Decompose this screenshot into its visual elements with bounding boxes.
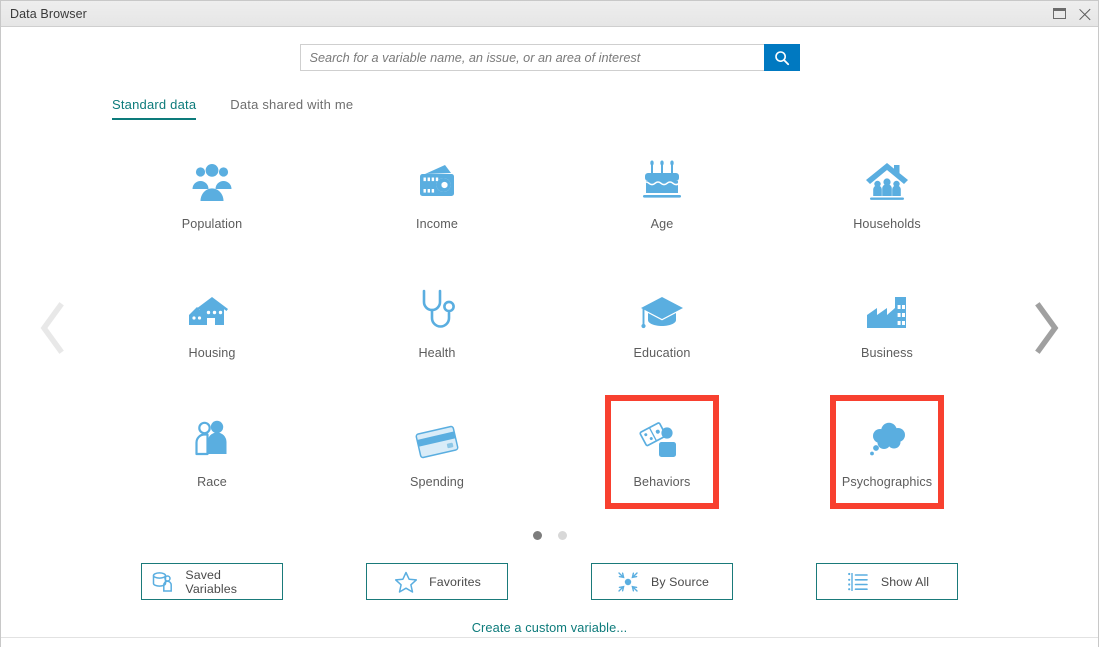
- tab-bar: Standard data Data shared with me: [1, 97, 1098, 120]
- tab-data-shared-with-me-label: Data shared with me: [230, 97, 354, 112]
- two-people-icon: [192, 416, 232, 462]
- category-population-label: Population: [181, 216, 243, 231]
- chevron-right-icon: [1035, 302, 1059, 354]
- category-education[interactable]: Education: [610, 271, 714, 375]
- show-all-button[interactable]: Show All: [816, 563, 958, 600]
- category-housing-label: Housing: [188, 345, 236, 360]
- households-icon: [864, 158, 910, 204]
- search-bar: [299, 44, 800, 71]
- titlebar: Data Browser: [1, 1, 1098, 27]
- category-grid: Population Income Age Households Housing…: [100, 142, 1000, 529]
- by-source-button[interactable]: By Source: [591, 563, 733, 600]
- dialog-content: Standard data Data shared with me: [1, 27, 1098, 647]
- category-psychographics-label: Psychographics: [841, 474, 933, 489]
- category-housing[interactable]: Housing: [160, 271, 264, 375]
- category-health-label: Health: [418, 345, 456, 360]
- category-behaviors[interactable]: Behaviors: [605, 395, 719, 509]
- search-row: [1, 44, 1098, 71]
- show-all-label: Show All: [880, 574, 930, 589]
- dialog-footer: Cancel: [1, 637, 1098, 647]
- category-age[interactable]: Age: [610, 142, 714, 246]
- birthday-cake-icon: [640, 158, 684, 204]
- category-education-label: Education: [633, 345, 691, 360]
- category-grid-area: Population Income Age Households Housing…: [1, 120, 1098, 637]
- maximize-icon: [1052, 8, 1066, 19]
- stethoscope-icon: [417, 287, 457, 333]
- search-button[interactable]: [763, 44, 800, 71]
- tab-standard-data[interactable]: Standard data: [112, 97, 197, 120]
- graduation-cap-icon: [639, 287, 685, 333]
- category-income-label: Income: [416, 216, 458, 231]
- saved-variables-button[interactable]: Saved Variables: [141, 563, 283, 600]
- saved-variables-label: Saved Variables: [185, 567, 238, 596]
- carousel-dot-2[interactable]: [557, 531, 567, 540]
- tab-standard-data-label: Standard data: [112, 97, 197, 112]
- window-title: Data Browser: [10, 6, 87, 21]
- by-source-icon: [615, 570, 641, 594]
- category-psychographics[interactable]: Psychographics: [830, 395, 944, 509]
- star-icon: [393, 570, 419, 594]
- credit-card-icon: [413, 416, 461, 462]
- list-icon: [845, 570, 871, 594]
- carousel-prev-button[interactable]: [31, 292, 75, 364]
- category-spending[interactable]: Spending: [385, 400, 489, 504]
- create-custom-variable-link[interactable]: Create a custom variable...: [472, 620, 628, 635]
- thought-cloud-icon: [864, 416, 910, 462]
- factory-icon: [864, 287, 910, 333]
- favorites-button[interactable]: Favorites: [366, 563, 508, 600]
- category-behaviors-label: Behaviors: [633, 474, 691, 489]
- behaviors-icon: [639, 416, 685, 462]
- wallet-icon: [415, 158, 459, 204]
- category-race-label: Race: [197, 474, 227, 489]
- chevron-left-icon: [40, 302, 64, 354]
- category-spending-label: Spending: [409, 474, 465, 489]
- category-age-label: Age: [650, 216, 674, 231]
- category-business[interactable]: Business: [835, 271, 939, 375]
- data-browser-window: Data Browser Search for a variable name,…: [0, 0, 1099, 647]
- favorites-label: Favorites: [429, 574, 481, 589]
- search-icon: [774, 50, 789, 65]
- category-race[interactable]: Race: [160, 400, 264, 504]
- category-population[interactable]: Population: [160, 142, 264, 246]
- category-income[interactable]: Income: [385, 142, 489, 246]
- carousel-pagination: [41, 531, 1058, 540]
- population-icon: [189, 158, 235, 204]
- by-source-label: By Source: [650, 574, 710, 589]
- category-households[interactable]: Households: [835, 142, 939, 246]
- category-households-label: Households: [853, 216, 921, 231]
- titlebar-buttons: [1046, 1, 1098, 26]
- category-health[interactable]: Health: [385, 271, 489, 375]
- category-business-label: Business: [861, 345, 913, 360]
- search-input[interactable]: [299, 44, 764, 71]
- close-button[interactable]: [1072, 1, 1098, 27]
- carousel-dot-1[interactable]: [532, 531, 542, 540]
- house-icon: [188, 287, 236, 333]
- tab-data-shared-with-me[interactable]: Data shared with me: [230, 97, 353, 120]
- action-button-row: Saved Variables Favorites By Source Show…: [100, 563, 1000, 600]
- database-person-icon: [150, 570, 175, 594]
- close-icon: [1079, 7, 1092, 20]
- maximize-button[interactable]: [1046, 1, 1072, 27]
- carousel-next-button[interactable]: [1024, 292, 1068, 364]
- custom-variable-row: Create a custom variable...: [41, 619, 1058, 637]
